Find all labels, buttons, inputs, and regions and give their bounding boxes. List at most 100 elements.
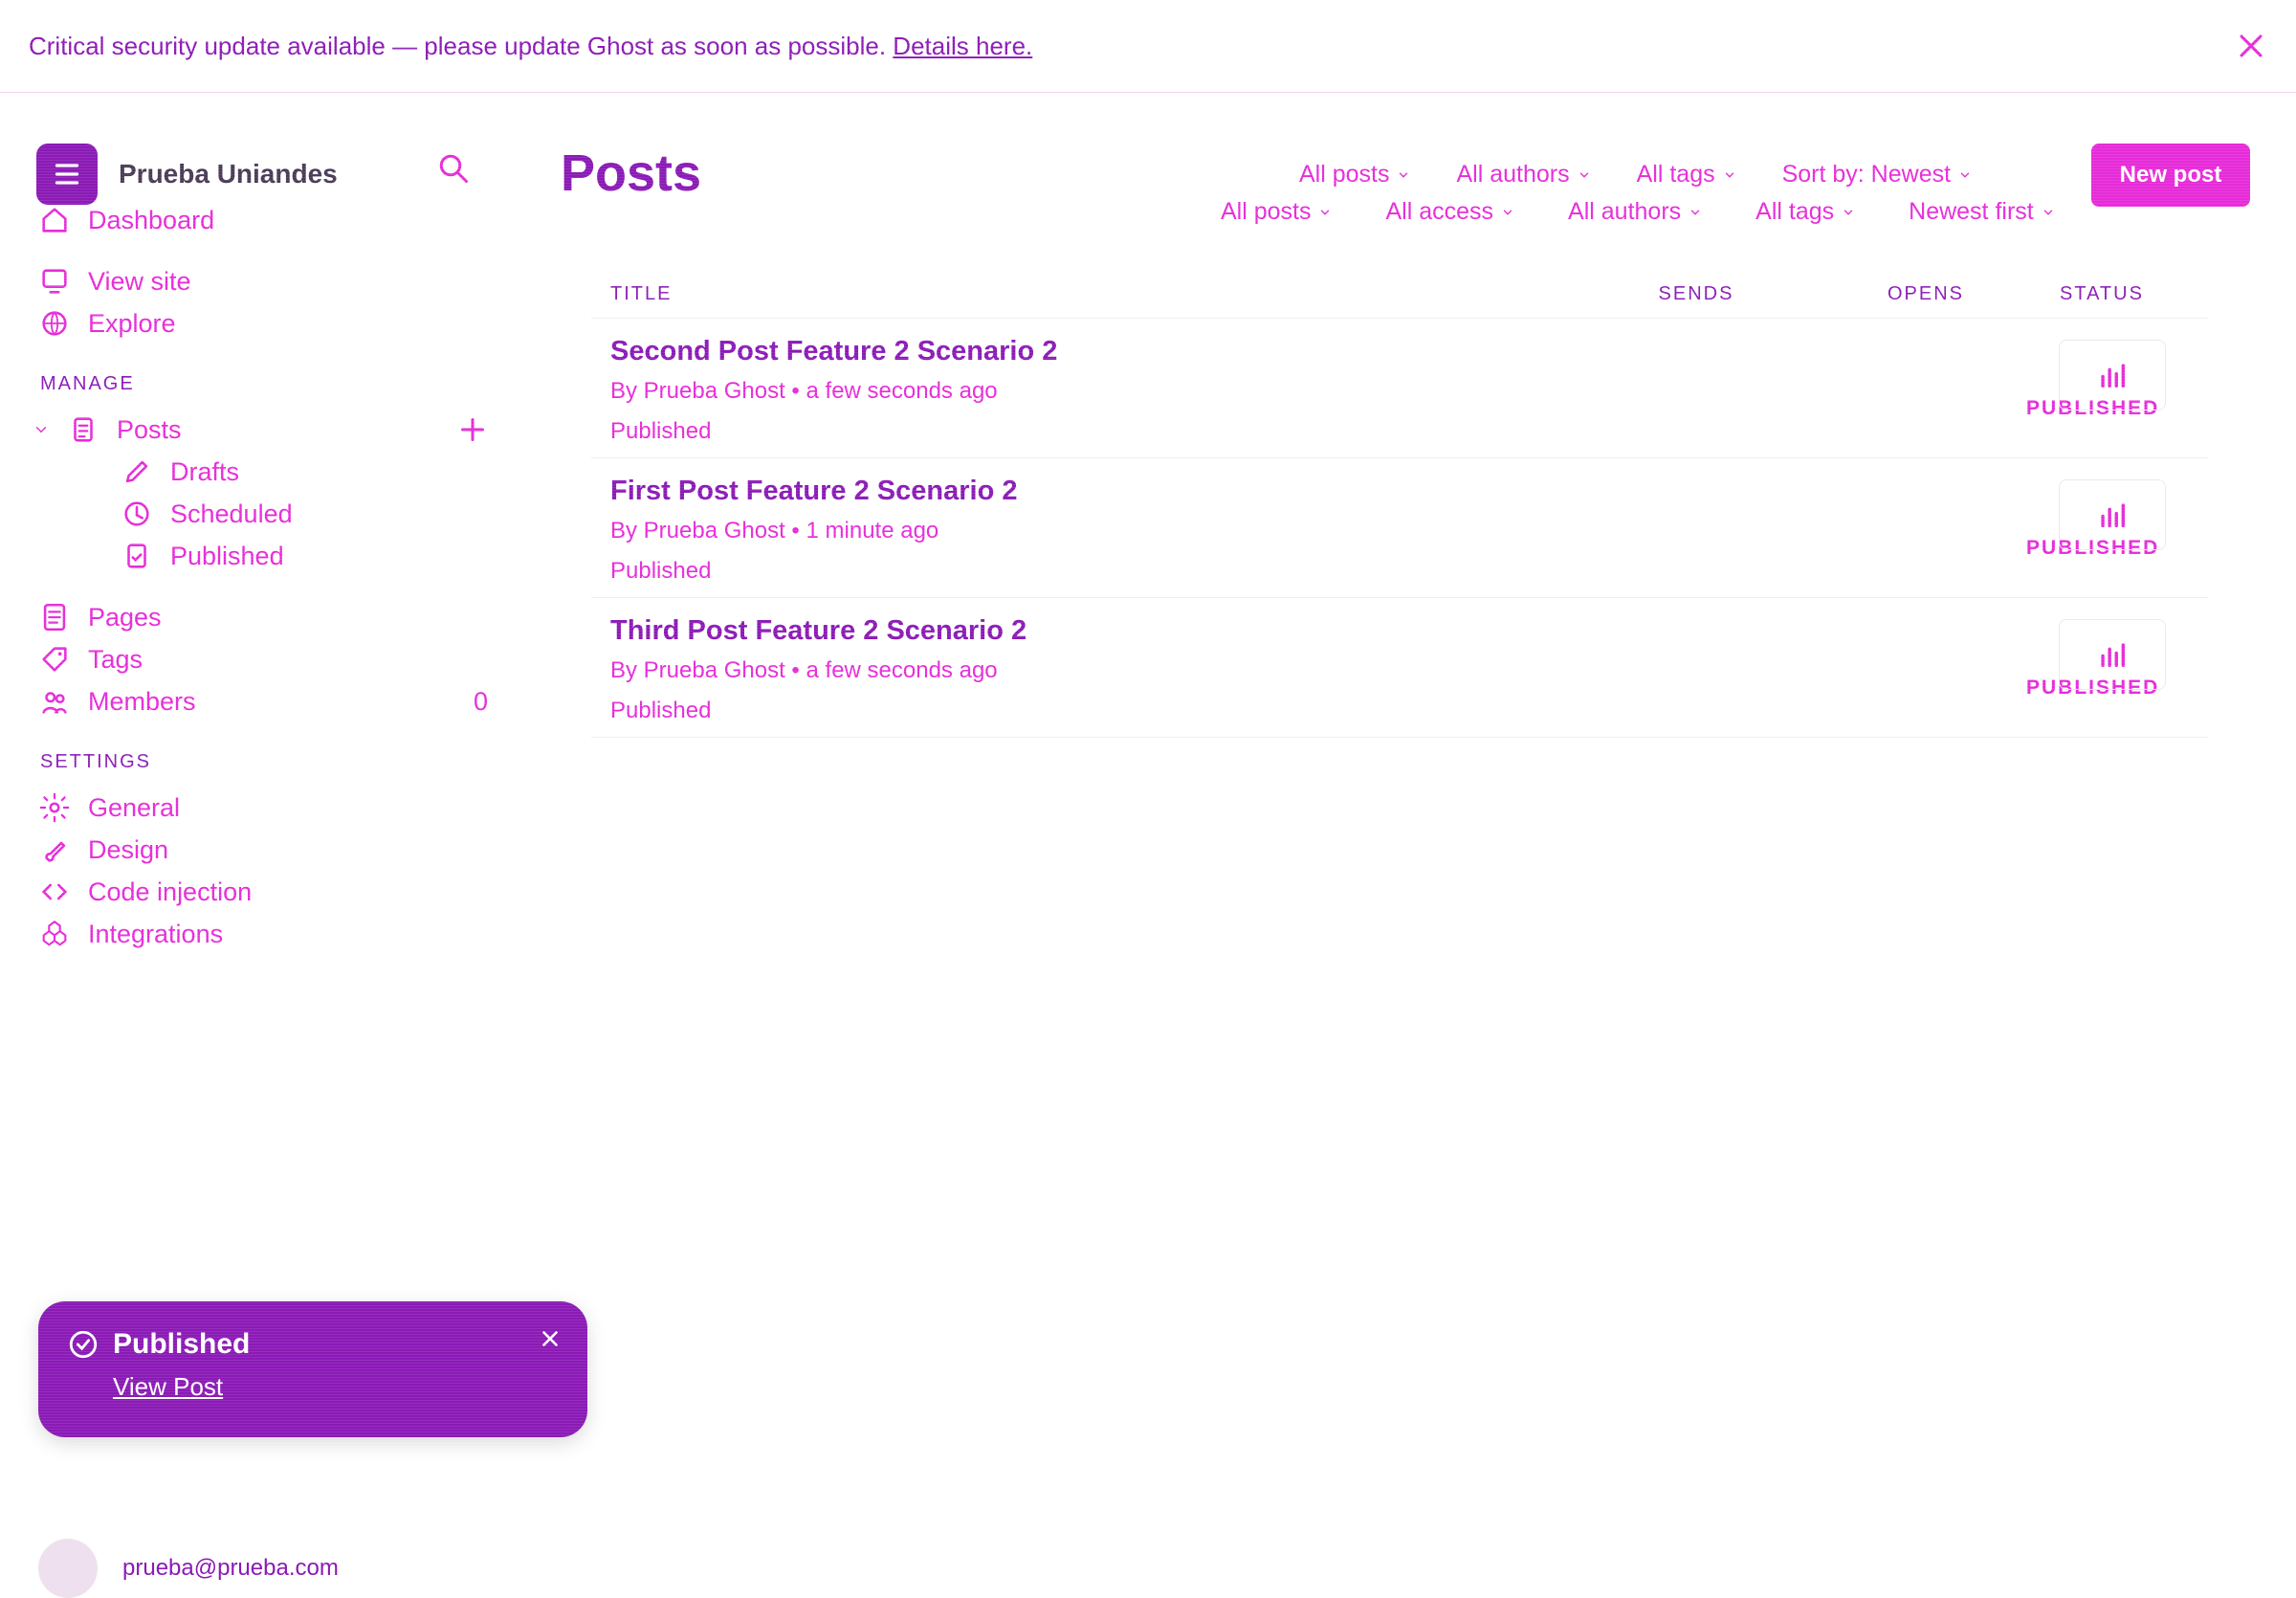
filter-authors[interactable]: All authors — [1456, 161, 1590, 189]
posts-icon — [74, 417, 93, 442]
post-sub: Published — [610, 418, 712, 444]
sidebar-item-published[interactable]: Published — [38, 535, 488, 577]
sidebar-item-members[interactable]: Members 0 — [38, 680, 488, 722]
analytics-button[interactable] — [2059, 619, 2166, 690]
sidebar-item-code-injection[interactable]: Code injection — [38, 871, 488, 913]
table-header-title: TITLE — [610, 282, 673, 304]
page-title: Posts — [561, 144, 702, 202]
sidebar-item-posts[interactable]: Posts — [35, 409, 490, 451]
filter-sort[interactable]: Sort by: Newest — [1782, 161, 1972, 189]
banner-message: Critical security update available — ple… — [29, 32, 1032, 61]
avatar[interactable] — [38, 1539, 98, 1598]
post-sub: Published — [610, 698, 712, 723]
sidebar-item-explore[interactable]: Explore — [38, 302, 488, 344]
clock-icon — [124, 501, 149, 526]
settings-section-label: SETTINGS — [40, 751, 152, 772]
sidebar-item-label: General — [88, 792, 181, 822]
chart-icon — [2101, 364, 2126, 388]
members-icon — [42, 692, 67, 714]
sidebar-item-label: Dashboard — [88, 205, 215, 234]
table-row[interactable]: First Post Feature 2 Scenario 2 By Prueb… — [591, 458, 2208, 598]
sidebar-item-dashboard[interactable]: Dashboard — [38, 199, 488, 241]
table-header-opens: OPENS — [1887, 282, 1965, 304]
grid-icon — [55, 164, 79, 185]
post-title[interactable]: Third Post Feature 2 Scenario 2 — [610, 615, 1027, 647]
filter-posts-2[interactable]: All posts — [1221, 198, 1332, 226]
sidebar-item-drafts[interactable]: Drafts — [38, 451, 488, 493]
account-email: prueba@prueba.com — [122, 1555, 339, 1581]
filter-access[interactable]: All access — [1385, 198, 1514, 226]
sidebar-item-label: Design — [88, 834, 169, 864]
post-title[interactable]: First Post Feature 2 Scenario 2 — [610, 476, 1017, 507]
banner-details-link[interactable]: Details here. — [893, 32, 1032, 60]
table-header-status: STATUS — [2060, 282, 2144, 304]
code-icon — [41, 883, 68, 900]
table-header: TITLE SENDS OPENS STATUS — [591, 270, 2208, 319]
close-icon[interactable] — [2235, 30, 2267, 62]
monitor-icon — [42, 269, 67, 294]
sidebar-item-label: Integrations — [88, 919, 224, 948]
sidebar-item-label: Published — [170, 541, 284, 570]
sidebar-item-label: Members — [88, 686, 196, 716]
site-logo — [36, 144, 98, 205]
posts-table: TITLE SENDS OPENS STATUS Second Post Fea… — [591, 270, 2208, 738]
toast-view-post-link[interactable]: View Post — [113, 1372, 223, 1402]
post-meta: By Prueba Ghost • a few seconds ago — [610, 657, 998, 683]
tag-icon — [42, 647, 67, 672]
chevron-down-icon — [1579, 172, 1588, 178]
chevron-down-icon — [1503, 210, 1512, 215]
sidebar-item-pages[interactable]: Pages — [38, 596, 488, 638]
filter-label: All tags — [1755, 198, 1835, 225]
filter-label: All posts — [1221, 198, 1312, 225]
filter-order[interactable]: Newest first — [1909, 198, 2055, 226]
sidebar-item-design[interactable]: Design — [38, 829, 488, 871]
filter-label: Newest first — [1909, 198, 2034, 225]
sidebar-item-label: Scheduled — [170, 499, 293, 528]
sidebar-item-label: Explore — [88, 308, 176, 338]
chevron-down-icon — [1690, 210, 1700, 215]
filter-tags-2[interactable]: All tags — [1755, 198, 1855, 226]
analytics-button[interactable] — [2059, 479, 2166, 550]
analytics-button[interactable] — [2059, 340, 2166, 411]
plus-icon[interactable] — [455, 412, 490, 447]
new-post-button[interactable]: New post — [2091, 144, 2250, 207]
account[interactable]: prueba@prueba.com — [38, 1539, 339, 1598]
chevron-down-icon — [2043, 210, 2052, 215]
sidebar: Prueba Uniandes Dashboard View site Expl… — [0, 115, 536, 1598]
banner-divider — [0, 92, 2296, 93]
filter-posts[interactable]: All posts — [1299, 161, 1410, 189]
post-title[interactable]: Second Post Feature 2 Scenario 2 — [610, 336, 1057, 367]
post-meta: By Prueba Ghost • 1 minute ago — [610, 518, 939, 544]
sidebar-item-integrations[interactable]: Integrations — [38, 913, 488, 955]
chevron-down-icon[interactable] — [33, 421, 50, 438]
table-row[interactable]: Third Post Feature 2 Scenario 2 By Prueb… — [591, 598, 2208, 738]
filter-label: Sort by: Newest — [1781, 161, 1952, 188]
close-icon[interactable] — [538, 1326, 563, 1351]
sidebar-item-scheduled[interactable]: Scheduled — [38, 493, 488, 535]
sidebar-item-tags[interactable]: Tags — [38, 638, 488, 680]
filter-label: All access — [1385, 198, 1494, 225]
search-icon[interactable] — [436, 151, 471, 186]
sidebar-item-label: Code injection — [88, 877, 253, 906]
pen-icon — [125, 460, 148, 483]
filter-label: All authors — [1456, 161, 1570, 188]
sidebar-item-view-site[interactable]: View site — [38, 260, 488, 302]
sidebar-item-label: Posts — [117, 414, 182, 444]
chevron-down-icon — [1843, 210, 1853, 215]
chart-icon — [2101, 503, 2126, 528]
site-brand[interactable]: Prueba Uniandes — [36, 144, 338, 205]
sidebar-item-general[interactable]: General — [38, 787, 488, 829]
pages-icon — [43, 603, 66, 632]
check-circle-icon — [69, 1330, 98, 1359]
sidebar-nav: Dashboard View site Explore MANAGE Posts… — [35, 199, 490, 955]
post-sub: Published — [610, 558, 712, 584]
publish-toast: Published View Post — [38, 1301, 587, 1437]
filter-tags[interactable]: All tags — [1637, 161, 1736, 189]
chevron-down-icon — [1400, 172, 1408, 178]
manage-section-label: MANAGE — [40, 373, 135, 394]
sidebar-item-label: Pages — [88, 602, 162, 632]
chevron-down-icon — [1960, 172, 1970, 178]
table-row[interactable]: Second Post Feature 2 Scenario 2 By Prue… — [591, 319, 2208, 458]
filter-authors-2[interactable]: All authors — [1568, 198, 1702, 226]
filter-label: All authors — [1568, 198, 1682, 225]
